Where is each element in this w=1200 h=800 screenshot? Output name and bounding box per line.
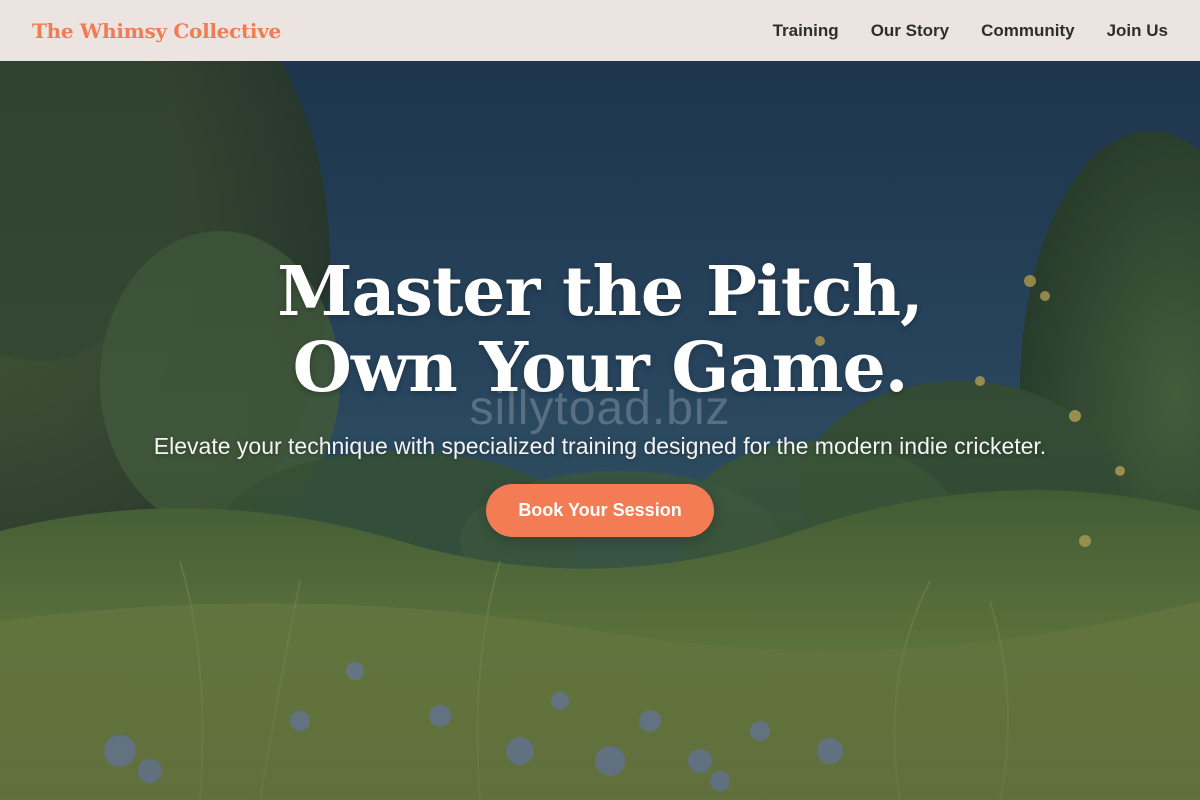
brand-logo[interactable]: The Whimsy Collective: [32, 19, 281, 43]
hero-content: Master the Pitch, Own Your Game. Elevate…: [0, 61, 1200, 800]
nav-link-our-story[interactable]: Our Story: [871, 21, 949, 41]
hero-section: sillytoad.biz Master the Pitch, Own Your…: [0, 61, 1200, 800]
nav-menu: Training Our Story Community Join Us: [773, 21, 1168, 41]
top-navbar: The Whimsy Collective Training Our Story…: [0, 0, 1200, 61]
nav-link-community[interactable]: Community: [981, 21, 1075, 41]
nav-link-training[interactable]: Training: [773, 21, 839, 41]
hero-subtitle: Elevate your technique with specialized …: [153, 433, 1047, 459]
book-session-button[interactable]: Book Your Session: [486, 484, 714, 537]
nav-link-join-us[interactable]: Join Us: [1107, 21, 1168, 41]
hero-headline: Master the Pitch, Own Your Game.: [277, 252, 923, 408]
